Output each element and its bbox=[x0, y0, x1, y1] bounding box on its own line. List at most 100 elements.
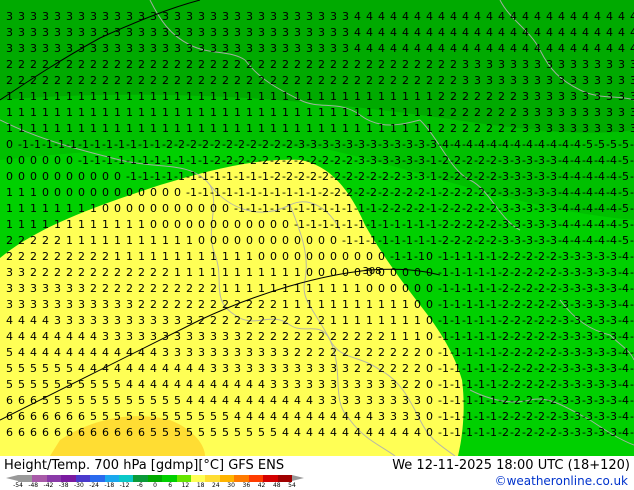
temperature-value: 2 bbox=[114, 74, 121, 87]
temperature-value: 0 bbox=[294, 234, 301, 247]
temperature-value: 1 bbox=[186, 106, 193, 119]
temperature-value: 1 bbox=[126, 122, 133, 135]
temperature-value: 4 bbox=[318, 426, 325, 439]
temperature-value: 3 bbox=[630, 106, 634, 119]
temperature-value: 1 bbox=[354, 106, 361, 119]
temperature-value: 4 bbox=[510, 10, 517, 23]
temperature-value: 3 bbox=[246, 26, 253, 39]
temperature-value: 5 bbox=[66, 378, 73, 391]
temperature-value: 3 bbox=[546, 90, 553, 103]
temperature-value: 2 bbox=[282, 314, 289, 327]
temperature-value: 0 bbox=[258, 234, 265, 247]
temperature-value: 0 bbox=[270, 218, 277, 231]
temperature-value: 2 bbox=[186, 298, 193, 311]
temperature-value: 0 bbox=[42, 170, 49, 183]
temperature-value: 1 bbox=[246, 122, 253, 135]
temperature-value: 3 bbox=[138, 10, 145, 23]
temperature-value: 5 bbox=[162, 410, 169, 423]
temperature-value: 1 bbox=[258, 90, 265, 103]
temperature-value: 2 bbox=[66, 58, 73, 71]
temperature-value: -4 bbox=[582, 218, 593, 231]
temperature-value: 0 bbox=[234, 218, 241, 231]
temperature-value: -2 bbox=[486, 218, 497, 231]
temperature-value: 1 bbox=[222, 266, 229, 279]
temperature-value: 4 bbox=[258, 394, 265, 407]
temperature-value: 0 bbox=[174, 202, 181, 215]
color-legend bbox=[18, 475, 293, 482]
temperature-value: 1 bbox=[150, 122, 157, 135]
temperature-value: -4 bbox=[570, 138, 581, 151]
temperature-value: 3 bbox=[354, 394, 361, 407]
temperature-value: -1 bbox=[198, 170, 209, 183]
temperature-value: 4 bbox=[54, 346, 61, 359]
temperature-value: 1 bbox=[258, 282, 265, 295]
temperature-value: 4 bbox=[450, 26, 457, 39]
temperature-value: 4 bbox=[126, 362, 133, 375]
temperature-value: 5 bbox=[6, 378, 13, 391]
temperature-value: 0 bbox=[282, 218, 289, 231]
temperature-value: 5 bbox=[198, 426, 205, 439]
temperature-value: 2 bbox=[354, 74, 361, 87]
temperature-value: -1 bbox=[378, 218, 389, 231]
temperature-value: 4 bbox=[414, 10, 421, 23]
temperature-value: 3 bbox=[126, 298, 133, 311]
temperature-value: 5 bbox=[126, 410, 133, 423]
temperature-value: 1 bbox=[150, 106, 157, 119]
temperature-value: 2 bbox=[438, 106, 445, 119]
temperature-value: -3 bbox=[582, 298, 593, 311]
temperature-value: -3 bbox=[522, 170, 533, 183]
temperature-value: 3 bbox=[90, 42, 97, 55]
temperature-value: 4 bbox=[498, 10, 505, 23]
temperature-value: 0 bbox=[186, 202, 193, 215]
temperature-value: 3 bbox=[630, 122, 634, 135]
temperature-value: -4 bbox=[630, 362, 634, 375]
temperature-value: 4 bbox=[258, 378, 265, 391]
temperature-value: 3 bbox=[42, 42, 49, 55]
temperature-value: 2 bbox=[330, 346, 337, 359]
temperature-value: 0 bbox=[426, 346, 433, 359]
temperature-value: 1 bbox=[330, 314, 337, 327]
temperature-value: 5 bbox=[90, 378, 97, 391]
temperature-value: -4 bbox=[630, 314, 634, 327]
temperature-value: 2 bbox=[450, 58, 457, 71]
temperature-value: 3 bbox=[126, 314, 133, 327]
temperature-value: 0 bbox=[198, 202, 205, 215]
temperature-value: 4 bbox=[318, 410, 325, 423]
temperature-value: 2 bbox=[294, 346, 301, 359]
temperature-value: 1 bbox=[162, 106, 169, 119]
temperature-value: -4 bbox=[582, 186, 593, 199]
temperature-value: 3 bbox=[210, 26, 217, 39]
temperature-value: 0 bbox=[282, 250, 289, 263]
temperature-value: -3 bbox=[546, 234, 557, 247]
temperature-value: -2 bbox=[522, 282, 533, 295]
temperature-value: 1 bbox=[222, 90, 229, 103]
temperature-value: -2 bbox=[546, 378, 557, 391]
temperature-value: 1 bbox=[150, 234, 157, 247]
temperature-value: -3 bbox=[594, 346, 605, 359]
temperature-value: 0 bbox=[234, 234, 241, 247]
temperature-value: 1 bbox=[114, 218, 121, 231]
temperature-value: 2 bbox=[426, 58, 433, 71]
temperature-value: -5 bbox=[630, 154, 634, 167]
temperature-value: -1 bbox=[258, 170, 269, 183]
temperature-value: -2 bbox=[330, 186, 341, 199]
temperature-value: 3 bbox=[102, 26, 109, 39]
temperature-value: -2 bbox=[270, 170, 281, 183]
temperature-value: 4 bbox=[402, 426, 409, 439]
credit-link[interactable]: ©weatheronline.co.uk bbox=[495, 474, 628, 488]
temperature-value: 5 bbox=[162, 426, 169, 439]
temperature-value: 3 bbox=[54, 298, 61, 311]
temperature-value: 2 bbox=[66, 266, 73, 279]
temperature-value: 3 bbox=[330, 42, 337, 55]
temperature-value: -3 bbox=[498, 234, 509, 247]
temperature-value: -2 bbox=[462, 186, 473, 199]
temperature-value: 3 bbox=[102, 298, 109, 311]
temperature-value: 3 bbox=[570, 122, 577, 135]
temperature-value: -3 bbox=[582, 362, 593, 375]
temperature-value: 1 bbox=[294, 282, 301, 295]
temperature-value: -1 bbox=[474, 394, 485, 407]
legend-swatch bbox=[118, 475, 134, 482]
temperature-value: 3 bbox=[150, 10, 157, 23]
temperature-value: 0 bbox=[270, 250, 277, 263]
temperature-value: 3 bbox=[270, 346, 277, 359]
